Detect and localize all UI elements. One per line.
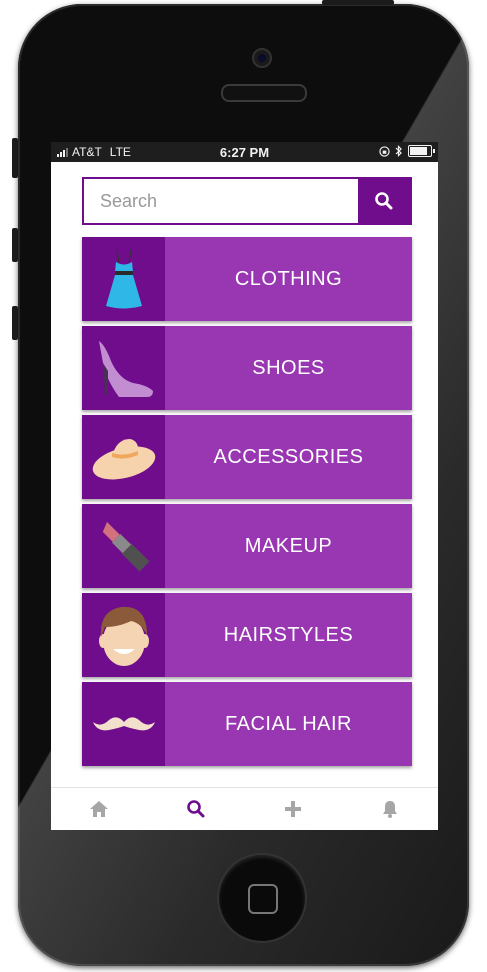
search-bar bbox=[82, 177, 412, 225]
rotation-lock-icon bbox=[379, 145, 390, 157]
tab-home[interactable] bbox=[51, 788, 148, 830]
plus-icon bbox=[284, 801, 301, 817]
mustache-icon bbox=[82, 682, 165, 766]
category-makeup[interactable]: MAKEUP bbox=[82, 504, 412, 588]
volume-up-button bbox=[12, 228, 18, 262]
app-screen: AT&T LTE 6:27 PM CLO bbox=[51, 142, 438, 830]
power-button bbox=[322, 0, 394, 5]
category-list: CLOTHING SHOES ACCESSORIES MAKEUP HAIRST… bbox=[82, 237, 412, 771]
status-bar: AT&T LTE 6:27 PM bbox=[51, 142, 438, 162]
bluetooth-icon bbox=[395, 145, 402, 157]
category-accessories[interactable]: ACCESSORIES bbox=[82, 415, 412, 499]
tab-bar bbox=[51, 787, 438, 830]
search-button[interactable] bbox=[358, 179, 410, 223]
search-input[interactable] bbox=[84, 179, 358, 223]
dress-icon bbox=[82, 237, 165, 321]
home-icon bbox=[90, 801, 109, 817]
home-button[interactable] bbox=[217, 853, 307, 943]
category-hairstyles[interactable]: HAIRSTYLES bbox=[82, 593, 412, 677]
lipstick-icon bbox=[82, 504, 165, 588]
search-icon bbox=[375, 192, 393, 210]
category-label: HAIRSTYLES bbox=[165, 593, 412, 677]
tab-notifications[interactable] bbox=[341, 788, 438, 830]
category-label: SHOES bbox=[165, 326, 412, 410]
search-icon bbox=[187, 800, 205, 818]
category-clothing[interactable]: CLOTHING bbox=[82, 237, 412, 321]
sun-hat-icon bbox=[82, 415, 165, 499]
front-camera bbox=[252, 48, 272, 68]
volume-down-button bbox=[12, 306, 18, 340]
tab-add[interactable] bbox=[245, 788, 342, 830]
high-heel-icon bbox=[82, 326, 165, 410]
tab-search[interactable] bbox=[148, 788, 245, 830]
face-hair-icon bbox=[82, 593, 165, 677]
category-facial-hair[interactable]: FACIAL HAIR bbox=[82, 682, 412, 766]
category-shoes[interactable]: SHOES bbox=[82, 326, 412, 410]
category-label: ACCESSORIES bbox=[165, 415, 412, 499]
category-label: MAKEUP bbox=[165, 504, 412, 588]
category-label: CLOTHING bbox=[165, 237, 412, 321]
earpiece-speaker bbox=[221, 84, 307, 102]
category-label: FACIAL HAIR bbox=[165, 682, 412, 766]
bell-icon bbox=[382, 801, 397, 818]
battery-icon bbox=[408, 145, 435, 157]
mute-switch bbox=[12, 138, 18, 178]
